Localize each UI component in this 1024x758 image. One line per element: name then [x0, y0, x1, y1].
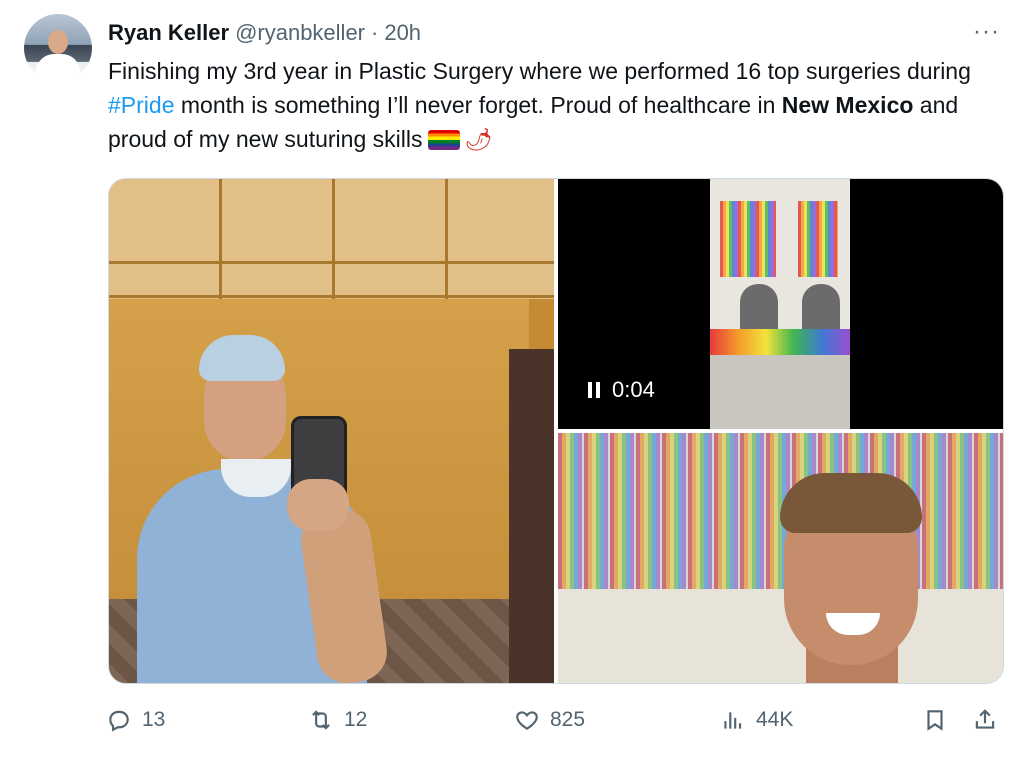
retweet-count: 12	[344, 708, 368, 731]
video-tinsel-left	[720, 201, 776, 277]
views-button[interactable]: 44K	[720, 700, 793, 740]
pause-icon[interactable]	[588, 382, 600, 398]
photo-left-cap	[199, 335, 285, 381]
video-panel[interactable]: 0:04	[558, 179, 1003, 429]
avatar[interactable]	[24, 14, 92, 82]
bookmark-button[interactable]	[922, 700, 948, 740]
avatar-coat	[36, 54, 80, 82]
tweet-actions: 13 12 825 44K	[104, 700, 1004, 740]
hashtag-pride[interactable]: #Pride	[108, 92, 174, 118]
reply-button[interactable]: 13	[106, 700, 165, 740]
selfie-counter	[558, 589, 1003, 683]
views-icon	[724, 712, 742, 729]
tweet-text-part-1: Finishing my 3rd year in Plastic Surgery…	[108, 58, 971, 84]
reply-count: 13	[142, 708, 166, 731]
photo-selfie[interactable]	[558, 433, 1003, 683]
avatar-face	[48, 30, 68, 54]
tweet-header: Ryan Keller @ryanbkeller · 20h	[108, 18, 421, 48]
author-handle[interactable]: @ryanbkeller	[235, 20, 365, 46]
bookmark-icon	[927, 710, 943, 731]
like-button[interactable]: 825	[514, 700, 585, 740]
video-tinsel-right	[798, 201, 838, 277]
post-time[interactable]: 20h	[384, 20, 421, 46]
tweet-text-part-2: month is something I’ll never forget. Pr…	[174, 92, 782, 118]
video-controls: 0:04	[588, 377, 655, 403]
video-floor	[710, 355, 850, 429]
photo-left-ceiling	[109, 179, 554, 299]
chili-icon: 🌶	[464, 127, 493, 152]
video-timestamp: 0:04	[612, 377, 655, 402]
tweet-text-bold-location: New Mexico	[781, 92, 914, 118]
media-grid: 0:04	[108, 178, 1004, 684]
photo-left[interactable]	[109, 179, 554, 683]
photo-left-door	[509, 349, 554, 683]
header-separator: ·	[371, 20, 379, 45]
author-name[interactable]: Ryan Keller	[108, 20, 229, 46]
video-portrait-left	[740, 284, 778, 334]
like-count: 825	[550, 708, 586, 731]
pride-flag-icon	[428, 130, 461, 150]
more-icon[interactable]: ···	[973, 18, 1000, 46]
photo-left-hand	[287, 479, 349, 531]
like-icon	[516, 711, 538, 730]
retweet-icon	[312, 710, 330, 730]
photo-left-ceiling-line-2	[109, 295, 554, 298]
video-rainbow-strip	[710, 329, 850, 355]
video-portrait-right	[802, 284, 840, 334]
video-frame	[710, 179, 850, 429]
reply-icon	[109, 710, 129, 732]
share-button[interactable]	[972, 700, 998, 740]
selfie-hair	[780, 473, 922, 533]
photo-left-ceiling-line-1	[109, 261, 554, 264]
share-icon	[975, 709, 995, 729]
retweet-button[interactable]: 12	[308, 700, 367, 740]
views-count: 44K	[756, 708, 794, 731]
tweet-text: Finishing my 3rd year in Plastic Surgery…	[108, 54, 988, 157]
